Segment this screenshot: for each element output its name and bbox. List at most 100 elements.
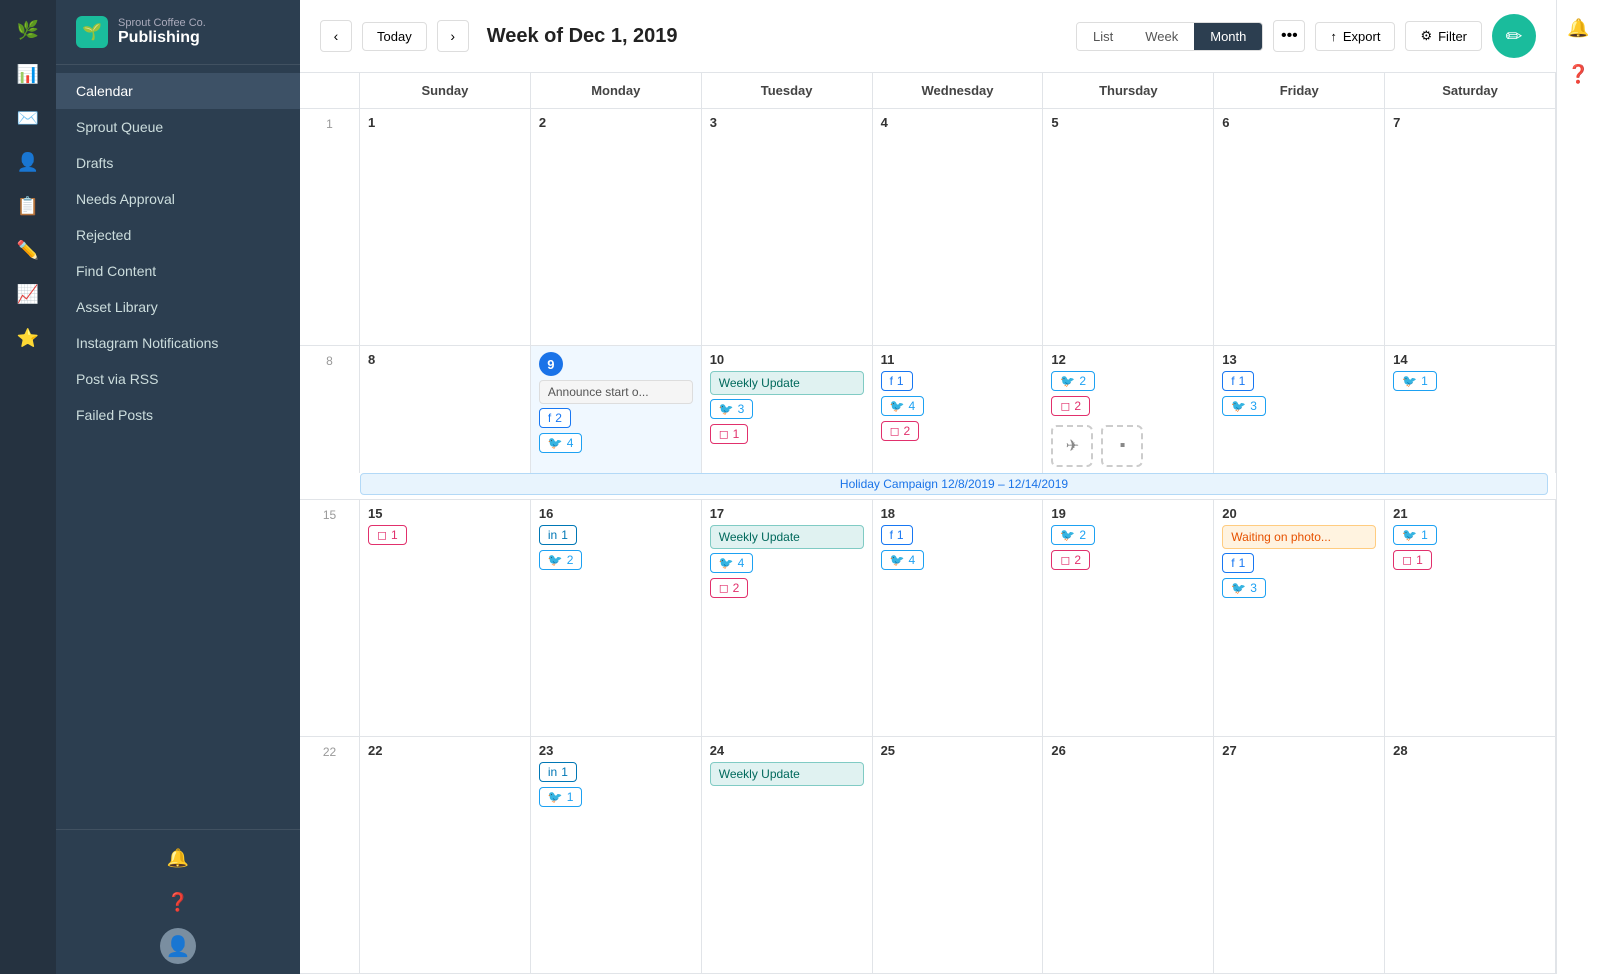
export-icon: ↑ xyxy=(1330,29,1337,44)
export-button[interactable]: ↑ Export xyxy=(1315,22,1395,51)
cal-cell-dec21[interactable]: 21 🐦 1 ◻ 1 xyxy=(1385,500,1556,736)
weekly-update-dec10[interactable]: Weekly Update xyxy=(710,371,864,395)
cal-cell-dec22[interactable]: 22 xyxy=(360,737,531,973)
ig-badge-dec15[interactable]: ◻ 1 xyxy=(368,525,407,545)
fb-badge-dec9[interactable]: f 2 xyxy=(539,408,571,428)
sidebar-item-calendar[interactable]: Calendar xyxy=(56,73,300,109)
cal-cell-dec26[interactable]: 26 xyxy=(1043,737,1214,973)
li-badge-dec23[interactable]: in 1 xyxy=(539,762,577,782)
cal-cell-dec23[interactable]: 23 in 1 🐦 1 xyxy=(531,737,702,973)
filter-button[interactable]: ⚙ Filter xyxy=(1405,21,1482,51)
ig-badge-dec11[interactable]: ◻ 2 xyxy=(881,421,920,441)
sidebar-item-needs-approval[interactable]: Needs Approval xyxy=(56,181,300,217)
sidebar-item-asset-library[interactable]: Asset Library xyxy=(56,289,300,325)
cal-cell-dec17[interactable]: 17 Weekly Update 🐦 4 ◻ 2 xyxy=(702,500,873,736)
cal-cell-dec4[interactable]: 4 xyxy=(873,109,1044,345)
tw-badge-dec19[interactable]: 🐦 2 xyxy=(1051,525,1095,545)
bell-right-icon[interactable]: 🔔 xyxy=(1561,10,1597,46)
li-badge-dec16[interactable]: in 1 xyxy=(539,525,577,545)
ig-badge-dec10[interactable]: ◻ 1 xyxy=(710,424,749,444)
cal-cell-dec13[interactable]: 13 f 1 🐦 3 xyxy=(1214,346,1385,473)
ig-badge-dec21[interactable]: ◻ 1 xyxy=(1393,550,1432,570)
tab-month[interactable]: Month xyxy=(1194,23,1262,50)
tw-badge-dec20[interactable]: 🐦 3 xyxy=(1222,578,1266,598)
tw-badge-dec23[interactable]: 🐦 1 xyxy=(539,787,583,807)
tw-badge-dec14[interactable]: 🐦 1 xyxy=(1393,371,1437,391)
help-icon[interactable]: ❓ xyxy=(160,884,196,920)
cal-cell-dec3[interactable]: 3 xyxy=(702,109,873,345)
cal-cell-dec16[interactable]: 16 in 1 🐦 2 xyxy=(531,500,702,736)
dashed-send-btn[interactable]: ✈ xyxy=(1051,425,1093,467)
today-button[interactable]: Today xyxy=(362,22,427,51)
nav-icon-tasks[interactable]: 📋 xyxy=(8,186,48,226)
help-right-icon[interactable]: ❓ xyxy=(1561,56,1597,92)
ig-badge-dec12[interactable]: ◻ 2 xyxy=(1051,396,1090,416)
fb-badge-dec20[interactable]: f 1 xyxy=(1222,553,1254,573)
fb-badge-dec18[interactable]: f 1 xyxy=(881,525,913,545)
cal-cell-dec6[interactable]: 6 xyxy=(1214,109,1385,345)
cal-cell-dec12[interactable]: 12 🐦 2 ◻ 2 ✈ ▪ xyxy=(1043,346,1214,473)
tw-badge-dec18[interactable]: 🐦 4 xyxy=(881,550,925,570)
cal-cell-dec20[interactable]: 20 Waiting on photo... f 1 🐦 3 xyxy=(1214,500,1385,736)
ig-badge-dec19[interactable]: ◻ 2 xyxy=(1051,550,1090,570)
tw-badge-dec21[interactable]: 🐦 1 xyxy=(1393,525,1437,545)
cal-cell-dec2[interactable]: 2 xyxy=(531,109,702,345)
more-button[interactable]: ••• xyxy=(1273,20,1305,52)
next-button[interactable]: › xyxy=(437,20,469,52)
nav-icon-inbox[interactable]: ✉️ xyxy=(8,98,48,138)
tab-week[interactable]: Week xyxy=(1129,23,1194,50)
nav-icon-stars[interactable]: ⭐ xyxy=(8,318,48,358)
cal-cell-dec14[interactable]: 14 🐦 1 xyxy=(1385,346,1556,473)
cal-cell-dec1[interactable]: 1 xyxy=(360,109,531,345)
tw-badge-dec12[interactable]: 🐦 2 xyxy=(1051,371,1095,391)
fb-badge-dec13[interactable]: f 1 xyxy=(1222,371,1254,391)
tab-list[interactable]: List xyxy=(1077,23,1129,50)
tw-badge-dec11[interactable]: 🐦 4 xyxy=(881,396,925,416)
nav-icon-compose[interactable]: ✏️ xyxy=(8,230,48,270)
filter-icon: ⚙ xyxy=(1420,28,1432,44)
user-avatar[interactable]: 👤 xyxy=(160,928,196,964)
sidebar-item-instagram-notifications[interactable]: Instagram Notifications xyxy=(56,325,300,361)
tw-badge-dec10[interactable]: 🐦 3 xyxy=(710,399,754,419)
cal-cell-dec27[interactable]: 27 xyxy=(1214,737,1385,973)
waiting-card-dec20[interactable]: Waiting on photo... xyxy=(1222,525,1376,549)
dashed-layer-btn[interactable]: ▪ xyxy=(1101,425,1143,467)
sidebar-item-post-via-rss[interactable]: Post via RSS xyxy=(56,361,300,397)
weekly-update-dec17[interactable]: Weekly Update xyxy=(710,525,864,549)
tw-badge-dec16[interactable]: 🐦 2 xyxy=(539,550,583,570)
cal-cell-dec7[interactable]: 7 xyxy=(1385,109,1556,345)
nav-icon-analytics[interactable]: 📈 xyxy=(8,274,48,314)
sidebar-item-find-content[interactable]: Find Content xyxy=(56,253,300,289)
cal-cell-dec28[interactable]: 28 xyxy=(1385,737,1556,973)
sidebar-item-rejected[interactable]: Rejected xyxy=(56,217,300,253)
cal-cell-dec19[interactable]: 19 🐦 2 ◻ 2 xyxy=(1043,500,1214,736)
bell-icon[interactable]: 🔔 xyxy=(160,840,196,876)
sidebar-item-failed-posts[interactable]: Failed Posts xyxy=(56,397,300,433)
cal-cell-dec25[interactable]: 25 xyxy=(873,737,1044,973)
cal-cell-dec10[interactable]: 10 Weekly Update 🐦 3 ◻ 1 xyxy=(702,346,873,473)
announce-card[interactable]: Announce start o... xyxy=(539,380,693,404)
tw-badge-dec13[interactable]: 🐦 3 xyxy=(1222,396,1266,416)
cal-cell-dec18[interactable]: 18 f 1 🐦 4 xyxy=(873,500,1044,736)
cal-cell-dec15[interactable]: 15 ◻ 1 xyxy=(360,500,531,736)
sidebar-item-sprout-queue[interactable]: Sprout Queue xyxy=(56,109,300,145)
weekly-update-dec24[interactable]: Weekly Update xyxy=(710,762,864,786)
cal-cell-dec24[interactable]: 24 Weekly Update xyxy=(702,737,873,973)
ig-badge-dec17[interactable]: ◻ 2 xyxy=(710,578,749,598)
sidebar-header: 🌱 Sprout Coffee Co. Publishing xyxy=(56,0,300,65)
week-num-8: 8 xyxy=(300,346,360,473)
cal-cell-dec5[interactable]: 5 xyxy=(1043,109,1214,345)
cal-cell-dec9[interactable]: 9 Announce start o... f 2 🐦 4 xyxy=(531,346,702,473)
cal-cell-dec8[interactable]: 8 xyxy=(360,346,531,473)
cal-cell-dec11[interactable]: 11 f 1 🐦 4 ◻ 2 xyxy=(873,346,1044,473)
prev-button[interactable]: ‹ xyxy=(320,20,352,52)
sidebar-item-drafts[interactable]: Drafts xyxy=(56,145,300,181)
sidebar: 🌱 Sprout Coffee Co. Publishing Calendar … xyxy=(56,0,300,974)
tw-badge-dec9[interactable]: 🐦 4 xyxy=(539,433,583,453)
compose-button[interactable]: ✏ xyxy=(1492,14,1536,58)
fb-badge-dec11[interactable]: f 1 xyxy=(881,371,913,391)
nav-icon-publishing[interactable]: 🌿 xyxy=(8,10,48,50)
nav-icon-reports[interactable]: 📊 xyxy=(8,54,48,94)
nav-icon-social[interactable]: 👤 xyxy=(8,142,48,182)
tw-badge-dec17[interactable]: 🐦 4 xyxy=(710,553,754,573)
